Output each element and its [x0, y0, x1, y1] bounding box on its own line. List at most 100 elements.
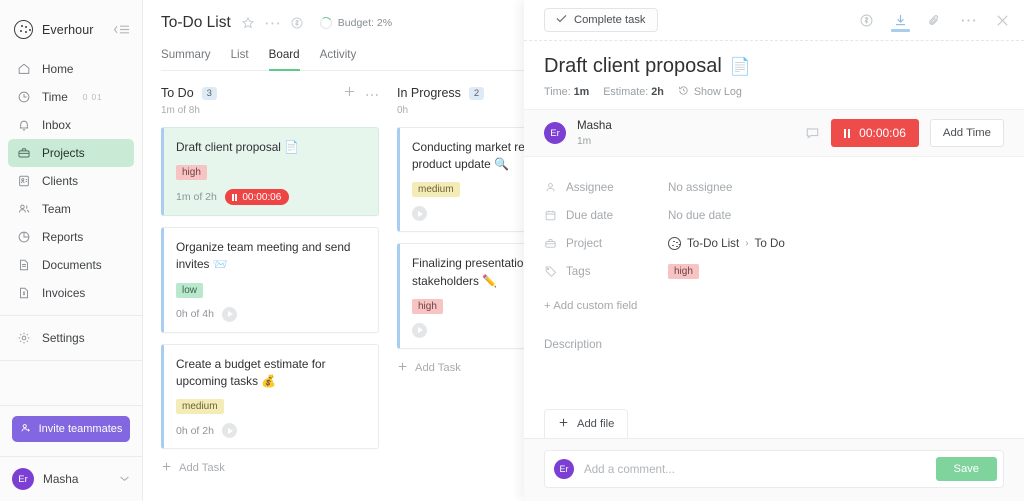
field-tags-value: high [668, 263, 699, 279]
sidebar-divider [0, 315, 142, 316]
sidebar-item-label: Time [42, 90, 68, 104]
sidebar: Everhour Home Time 0 01 Inbox Projects C… [0, 0, 143, 501]
comment-icon[interactable] [805, 126, 820, 140]
task-card[interactable]: Organize team meeting and send invites 📨… [161, 227, 379, 333]
paperclip-icon[interactable] [927, 13, 942, 28]
start-timer-button[interactable] [412, 206, 427, 222]
start-timer-button[interactable] [221, 423, 237, 439]
priority-tag[interactable]: medium [412, 182, 460, 198]
sidebar-item-team[interactable]: Team [8, 195, 134, 223]
complete-task-label: Complete task [574, 14, 646, 26]
project-name[interactable]: To-Do List [687, 237, 739, 250]
check-icon [556, 14, 567, 26]
priority-tag[interactable]: high [176, 165, 207, 181]
tab-list[interactable]: List [231, 48, 249, 71]
description-placeholder[interactable]: Description [544, 338, 1004, 351]
id-card-icon [16, 174, 31, 189]
sidebar-item-home[interactable]: Home [8, 55, 134, 83]
start-timer-button[interactable] [221, 306, 237, 322]
tab-board[interactable]: Board [268, 48, 300, 71]
brand[interactable]: Everhour [0, 0, 142, 53]
tab-summary[interactable]: Summary [161, 48, 211, 71]
home-icon [16, 62, 31, 77]
task-title-text: Draft client proposal [176, 140, 281, 154]
dollar-circle-icon[interactable] [290, 16, 304, 30]
sidebar-item-clients[interactable]: Clients [8, 167, 134, 195]
time-entry-duration: 1m [577, 135, 592, 147]
add-file-row: Add file [524, 409, 1024, 438]
download-icon[interactable] [891, 13, 910, 32]
add-task-label: Add Task [415, 361, 461, 374]
priority-tag[interactable]: high [668, 263, 699, 279]
task-card-footer: 0h of 4h [176, 306, 366, 322]
star-icon[interactable] [241, 16, 255, 30]
sidebar-item-settings[interactable]: Settings [8, 324, 134, 352]
sidebar-item-label: Settings [42, 331, 85, 345]
calendar-icon [544, 209, 557, 222]
column-subtitle: 1m of 8h [161, 105, 200, 116]
priority-tag[interactable]: medium [176, 399, 224, 415]
field-tags[interactable]: Tags high [544, 257, 1004, 285]
comment-input[interactable] [584, 462, 926, 476]
field-assignee-value: No assignee [668, 180, 733, 194]
budget-indicator[interactable]: Budget: 2% [318, 16, 392, 30]
time-counter-badge: 0 01 [82, 92, 103, 102]
stop-timer-button[interactable]: 00:00:06 [224, 189, 290, 206]
task-title-text: Organize team meeting and send invites [176, 240, 351, 272]
save-button[interactable]: Save [935, 457, 997, 481]
add-person-icon [20, 422, 32, 437]
field-project[interactable]: Project To-Do List › To Do [544, 229, 1004, 257]
column-title: In Progress [397, 86, 461, 100]
add-time-button[interactable]: Add Time [929, 119, 1004, 147]
plus-icon[interactable] [343, 85, 356, 101]
more-horizontal-icon[interactable] [265, 21, 280, 26]
field-label-text: Project [566, 236, 603, 250]
person-icon [544, 181, 557, 194]
dollar-circle-icon[interactable] [859, 13, 874, 28]
sidebar-item-label: Invoices [42, 286, 86, 300]
show-log-label: Show Log [693, 86, 742, 98]
priority-tag[interactable]: low [176, 282, 204, 298]
sidebar-item-time[interactable]: Time 0 01 [8, 83, 134, 111]
timer-value: 00:00:06 [242, 191, 282, 203]
collapse-sidebar-icon[interactable] [110, 23, 130, 37]
sidebar-item-documents[interactable]: Documents [8, 251, 134, 279]
comment-bar: Er Save [524, 438, 1024, 501]
task-title[interactable]: Draft client proposal 📄 [544, 55, 1004, 78]
close-icon[interactable] [995, 13, 1010, 28]
money-bag-emoji-icon: 💰 [261, 373, 277, 388]
sidebar-item-invoices[interactable]: Invoices [8, 279, 134, 307]
field-assignee[interactable]: Assignee No assignee [544, 173, 1004, 201]
show-log-button[interactable]: Show Log [678, 85, 742, 99]
start-timer-button[interactable] [412, 322, 427, 338]
priority-tag[interactable]: high [412, 298, 443, 314]
task-time-meta: Time: 1m [544, 86, 589, 98]
field-label-text: Due date [566, 208, 614, 222]
field-due-date[interactable]: Due date No due date [544, 201, 1004, 229]
sidebar-item-reports[interactable]: Reports [8, 223, 134, 251]
gear-icon [16, 331, 31, 346]
sidebar-item-label: Team [42, 202, 71, 216]
time-entry-actions: 00:00:06 Add Time [805, 119, 1004, 147]
tab-activity[interactable]: Activity [320, 48, 357, 71]
sidebar-item-projects[interactable]: Projects [8, 139, 134, 167]
field-due-date-value: No due date [668, 208, 732, 222]
complete-task-button[interactable]: Complete task [544, 8, 658, 32]
avatar: Er [544, 122, 566, 144]
add-file-button[interactable]: Add file [544, 409, 629, 438]
chevron-down-icon[interactable] [119, 474, 130, 485]
more-horizontal-icon[interactable] [365, 85, 379, 101]
stop-timer-button[interactable]: 00:00:06 [830, 119, 919, 147]
task-card-title: Organize team meeting and send invites 📨 [176, 239, 366, 273]
project-section-name[interactable]: To Do [755, 237, 785, 250]
invite-teammates-button[interactable]: Invite teammates [12, 416, 130, 442]
add-custom-field-button[interactable]: + Add custom field [544, 300, 1004, 312]
plus-icon [558, 417, 569, 431]
more-horizontal-icon[interactable] [961, 18, 976, 23]
task-fields: Assignee No assignee Due date No due dat… [524, 157, 1024, 352]
sidebar-item-inbox[interactable]: Inbox [8, 111, 134, 139]
task-card[interactable]: Create a budget estimate for upcoming ta… [161, 343, 379, 450]
sidebar-user-row[interactable]: Er Masha [0, 456, 142, 501]
task-card[interactable]: Draft client proposal 📄 high 1m of 2h 00… [161, 127, 379, 217]
add-task-button[interactable]: Add Task [161, 461, 379, 475]
